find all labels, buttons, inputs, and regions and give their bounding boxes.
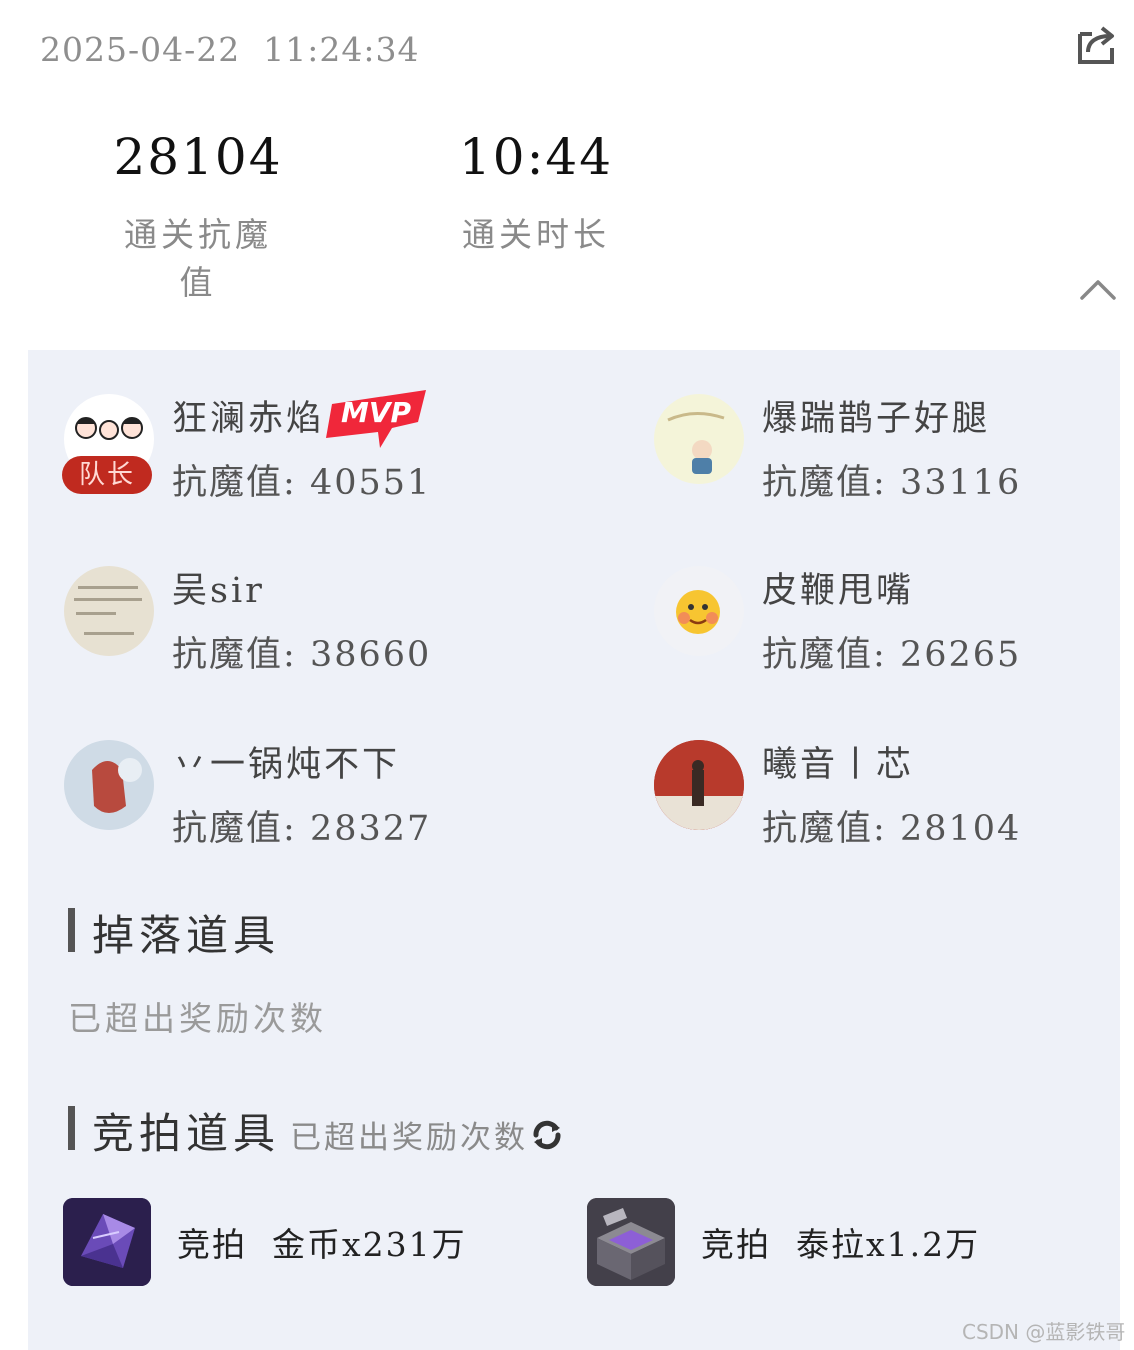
score-value: 28327 bbox=[309, 809, 432, 849]
auction-item-text: 竞拍 泰拉x1.2万 bbox=[701, 1225, 981, 1264]
player-name: 吴sir bbox=[172, 571, 265, 611]
drops-title-text: 掉落道具 bbox=[92, 911, 281, 960]
mvp-badge: MVP bbox=[322, 382, 432, 452]
watermark: CSDN @蓝影铁哥 bbox=[962, 1320, 1126, 1344]
player-score: 抗魔值: 40551 bbox=[172, 454, 431, 505]
timestamp: 2025-04-22 11:24:34 bbox=[40, 30, 420, 69]
player-score: 抗魔值: 28104 bbox=[762, 800, 1021, 851]
avatar bbox=[64, 566, 154, 656]
player-score: 抗魔值: 28327 bbox=[172, 800, 431, 851]
auction-title-text: 竞拍道具 bbox=[92, 1109, 281, 1158]
drops-section-title: 掉落道具 bbox=[68, 902, 280, 963]
player-card[interactable]: 丷一锅炖不下 抗魔值: 28327 bbox=[64, 740, 584, 870]
player-name: 丷一锅炖不下 bbox=[172, 745, 401, 785]
score-value: 26265 bbox=[899, 635, 1022, 675]
auction-item-text: 竞拍 金币x231万 bbox=[177, 1225, 467, 1264]
stat-label: 通关抗魔值 bbox=[124, 215, 272, 302]
stat-pass-time: 10:44 通关时长 bbox=[444, 128, 628, 256]
player-name: 曦音丨芯 bbox=[762, 745, 915, 785]
player-score: 抗魔值: 33116 bbox=[762, 454, 1021, 505]
score-label: 抗魔值: bbox=[762, 463, 887, 503]
auction-item[interactable]: 竞拍 泰拉x1.2万 bbox=[587, 1198, 1017, 1288]
avatar bbox=[654, 740, 744, 830]
score-label: 抗魔值: bbox=[762, 635, 887, 675]
score-label: 抗魔值: bbox=[172, 463, 297, 503]
stat-value: 10:44 bbox=[458, 128, 614, 186]
player-card[interactable]: 爆踹鹊子好腿 抗魔值: 33116 bbox=[654, 394, 1094, 524]
share-icon[interactable] bbox=[1072, 20, 1120, 68]
drops-note: 已超出奖励次数 bbox=[68, 999, 327, 1038]
score-value: 33116 bbox=[899, 463, 1022, 503]
mvp-badge-text: MVP bbox=[341, 396, 412, 429]
score-value: 40551 bbox=[309, 463, 432, 503]
score-label: 抗魔值: bbox=[762, 809, 887, 849]
auction-section-title: 竞拍道具 已超出奖励次数 bbox=[68, 1100, 566, 1161]
player-card[interactable]: 队长 狂澜赤焰 MVP 抗魔值: 40551 bbox=[62, 390, 584, 524]
player-name: 皮鞭甩嘴 bbox=[762, 571, 915, 611]
player-score: 抗魔值: 26265 bbox=[762, 626, 1021, 677]
stat-pass-score: 28104 通关抗魔值 bbox=[106, 128, 290, 304]
avatar bbox=[654, 566, 744, 656]
captain-badge: 队长 bbox=[62, 456, 152, 494]
score-value: 38660 bbox=[309, 635, 432, 675]
score-label: 抗魔值: bbox=[172, 635, 297, 675]
player-card[interactable]: 皮鞭甩嘴 抗魔值: 26265 bbox=[654, 566, 1094, 696]
score-label: 抗魔值: bbox=[172, 809, 297, 849]
stat-value: 28104 bbox=[113, 128, 283, 186]
avatar bbox=[654, 394, 744, 484]
team-result-panel: 队长 狂澜赤焰 MVP 抗魔值: 40551 爆踹鹊子好腿 抗魔值: 33116 bbox=[28, 350, 1120, 1350]
refresh-icon[interactable] bbox=[528, 1115, 566, 1153]
player-card[interactable]: 吴sir 抗魔值: 38660 bbox=[64, 566, 584, 696]
player-name: 狂澜赤焰 bbox=[172, 399, 325, 439]
player-card[interactable]: 曦音丨芯 抗魔值: 28104 bbox=[654, 740, 1094, 870]
chevron-up-icon[interactable] bbox=[1076, 272, 1120, 308]
auction-note: 已超出奖励次数 bbox=[290, 1120, 529, 1156]
player-score: 抗魔值: 38660 bbox=[172, 626, 431, 677]
stat-label: 通关时长 bbox=[462, 215, 610, 254]
score-value: 28104 bbox=[899, 809, 1022, 849]
box-item-icon bbox=[587, 1198, 675, 1286]
auction-item[interactable]: 竞拍 金币x231万 bbox=[63, 1198, 493, 1288]
crystal-item-icon bbox=[63, 1198, 151, 1286]
player-name: 爆踹鹊子好腿 bbox=[762, 399, 991, 439]
avatar bbox=[64, 740, 154, 830]
